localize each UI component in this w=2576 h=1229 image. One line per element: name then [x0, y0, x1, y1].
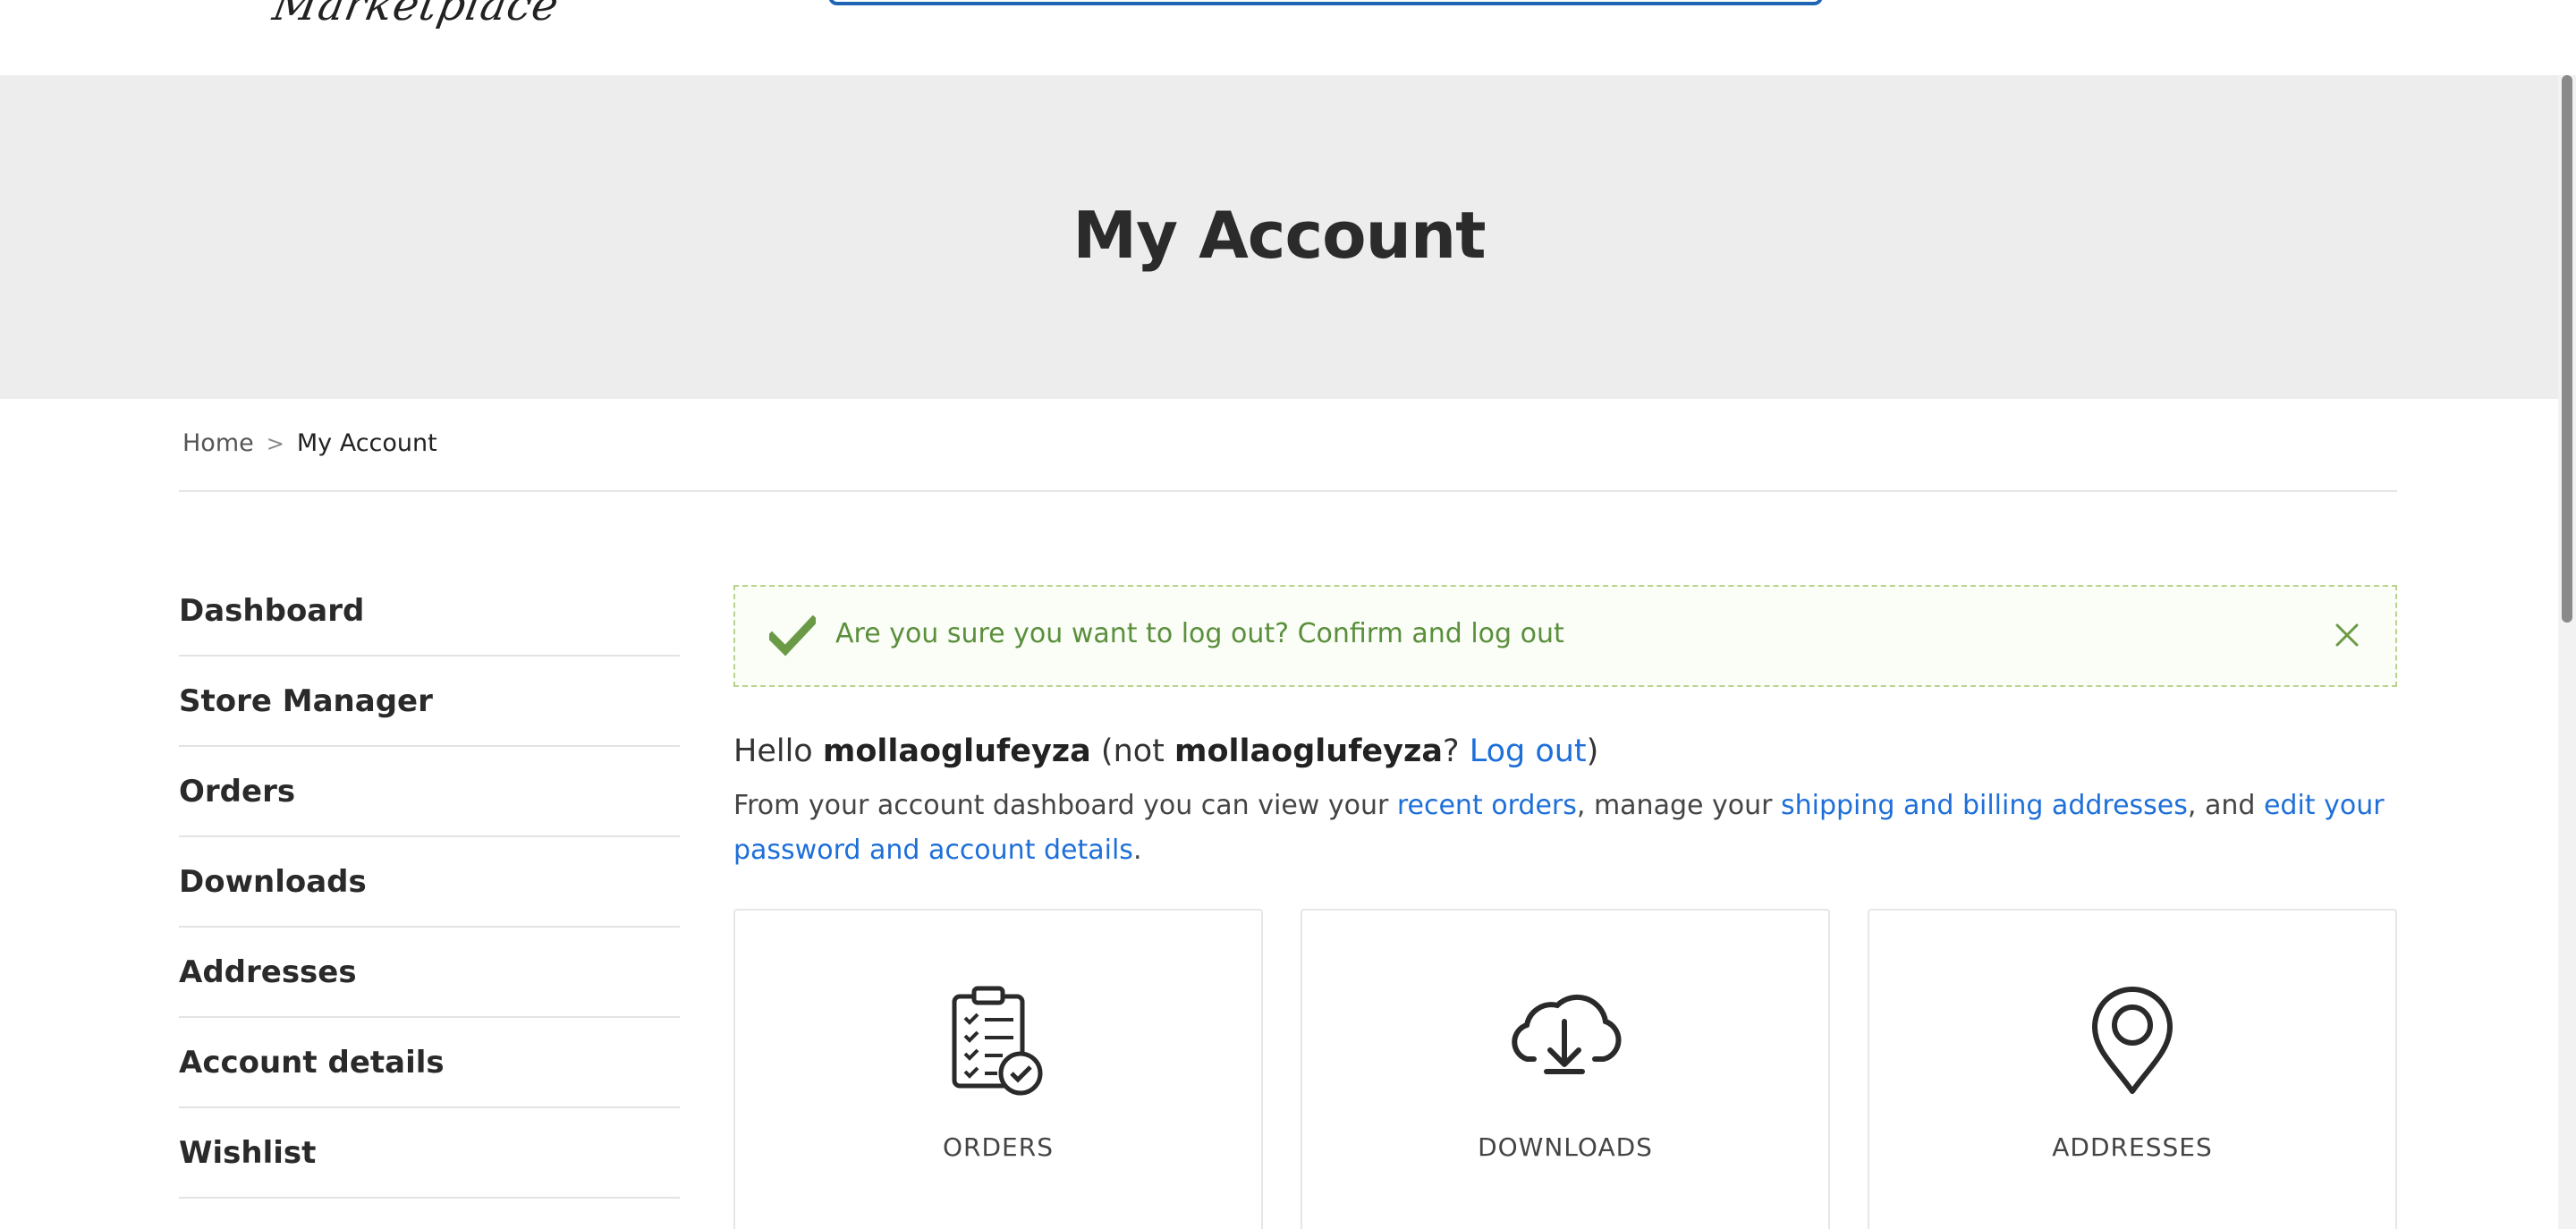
page-title: My Account — [1072, 198, 1486, 273]
nav-item-orders[interactable]: Orders — [179, 747, 680, 837]
checkmark-icon — [769, 615, 816, 657]
recent-orders-link[interactable]: recent orders — [1397, 790, 1577, 821]
breadcrumb-current: My Account — [296, 429, 437, 457]
orders-card[interactable]: ORDERS — [733, 909, 1263, 1229]
site-header: Marketplace — [0, 0, 2576, 75]
nav-item-downloads[interactable]: Downloads — [179, 837, 680, 928]
clipboard-check-icon — [952, 986, 1043, 1096]
account-navigation: Dashboard Store Manager Orders Downloads… — [179, 566, 680, 1199]
nav-item-wishlist[interactable]: Wishlist — [179, 1108, 680, 1199]
nav-item-dashboard[interactable]: Dashboard — [179, 566, 680, 657]
breadcrumb-separator: > — [266, 430, 284, 456]
cloud-download-icon — [1512, 994, 1622, 1074]
intro-text-3: , and — [2187, 790, 2264, 821]
search-input[interactable] — [828, 0, 1823, 5]
downloads-card-label: DOWNLOADS — [1478, 1132, 1653, 1162]
dashboard-cards: ORDERS DOWNLOADS ADDRESSES — [733, 909, 2397, 1229]
breadcrumb: Home > My Account — [182, 429, 437, 457]
greeting-username-2: mollaoglufeyza — [1174, 733, 1443, 769]
logout-notice: Are you sure you want to log out? Confir… — [733, 585, 2397, 687]
scrollbar-thumb[interactable] — [2562, 75, 2572, 623]
nav-item-addresses[interactable]: Addresses — [179, 928, 680, 1018]
addresses-card-label: ADDRESSES — [2052, 1132, 2213, 1162]
notice-message[interactable]: Are you sure you want to log out? Confir… — [835, 618, 1564, 649]
intro-text-4: . — [1132, 835, 1142, 866]
breadcrumb-home-link[interactable]: Home — [182, 429, 254, 457]
greeting-close-paren: ) — [1586, 733, 1599, 769]
intro-text-1: From your account dashboard you can view… — [733, 790, 1397, 821]
greeting-question: ? — [1442, 733, 1460, 769]
dashboard-intro: From your account dashboard you can view… — [733, 784, 2397, 873]
intro-text-2: , manage your — [1576, 790, 1781, 821]
map-pin-icon — [2092, 987, 2173, 1094]
greeting-not-prefix: (not — [1100, 733, 1165, 769]
addresses-link[interactable]: shipping and billing addresses — [1781, 790, 2188, 821]
greeting-hello: Hello — [733, 733, 813, 769]
addresses-card[interactable]: ADDRESSES — [1868, 909, 2397, 1229]
nav-item-store-manager[interactable]: Store Manager — [179, 657, 680, 747]
breadcrumb-divider — [179, 490, 2397, 492]
page-hero: My Account — [0, 75, 2558, 399]
greeting-username: mollaoglufeyza — [822, 733, 1091, 769]
nav-item-account-details[interactable]: Account details — [179, 1018, 680, 1108]
close-icon[interactable] — [2334, 623, 2360, 648]
downloads-card[interactable]: DOWNLOADS — [1301, 909, 1830, 1229]
greeting-line: Hello mollaoglufeyza (not mollaoglufeyza… — [733, 733, 1598, 769]
orders-card-label: ORDERS — [943, 1132, 1054, 1162]
site-logo[interactable]: Marketplace — [269, 0, 563, 30]
logout-link[interactable]: Log out — [1470, 733, 1587, 769]
page-scrollbar[interactable] — [2558, 75, 2576, 1229]
